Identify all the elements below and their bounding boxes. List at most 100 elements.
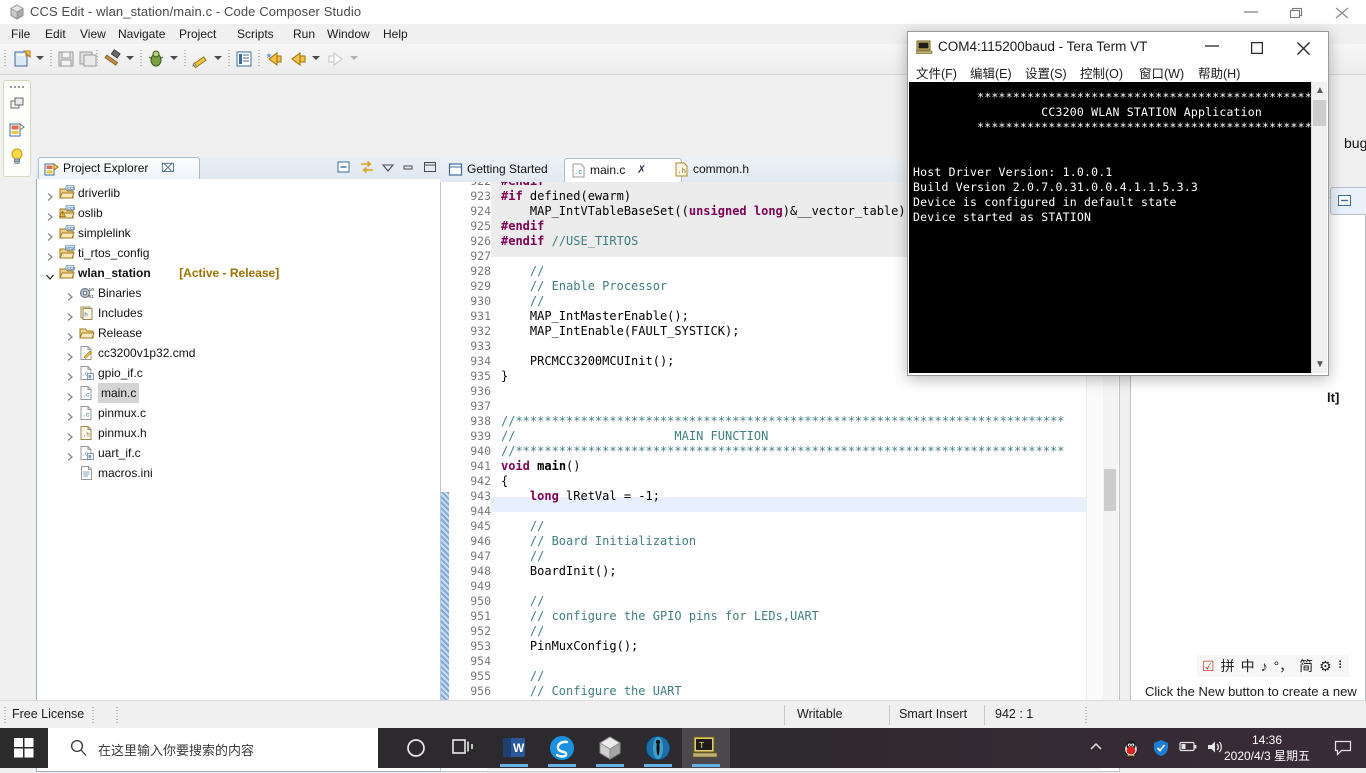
- tree-item-simplelink[interactable]: CCS simplelink: [37, 223, 443, 243]
- tab-getting-started[interactable]: Getting Started: [442, 158, 576, 182]
- window-minimize-button[interactable]: [1228, 0, 1274, 24]
- window-restore-button[interactable]: [1274, 0, 1320, 24]
- tree-item-gpio-if-c[interactable]: .c Rgpio_if.c: [37, 363, 443, 383]
- tree-item-uart-if-c[interactable]: .c Ruart_if.c: [37, 443, 443, 463]
- chevron-right-icon[interactable]: [65, 308, 75, 321]
- project-explorer-icon[interactable]: [8, 121, 26, 139]
- close-icon[interactable]: ✗: [637, 163, 646, 176]
- simplified-icon[interactable]: 简: [1299, 658, 1313, 674]
- menu-run[interactable]: Run: [288, 26, 320, 42]
- show-hidden-icons-chevron[interactable]: [1088, 739, 1104, 758]
- show-desktop-button[interactable]: [1356, 728, 1366, 768]
- chevron-right-icon[interactable]: [65, 288, 75, 301]
- chevron-down-icon[interactable]: [45, 268, 55, 280]
- perspective-debug-label[interactable]: bug: [1344, 135, 1366, 151]
- close-icon[interactable]: ⌧: [161, 161, 175, 175]
- build-hammer-icon[interactable]: [102, 49, 122, 69]
- back-dropdown-arrow[interactable]: [312, 56, 320, 60]
- menu-file[interactable]: File: [6, 26, 35, 42]
- maximize-icon[interactable]: [422, 160, 440, 176]
- tree-item-includes[interactable]: h Includes: [37, 303, 443, 323]
- tree-item-driverlib[interactable]: CCS driverlib: [37, 183, 443, 203]
- chevron-right-icon[interactable]: [65, 408, 75, 421]
- qq-penguin-icon[interactable]: [1122, 739, 1140, 760]
- menu-window[interactable]: Window: [322, 26, 375, 42]
- drag-handle-dots[interactable]: [9, 85, 25, 89]
- menu-scripts[interactable]: Scripts: [232, 26, 279, 42]
- tree-item-binaries[interactable]: 10 01 Binaries: [37, 283, 443, 303]
- debug-dropdown-arrow[interactable]: [170, 56, 178, 60]
- action-center-icon[interactable]: [1334, 740, 1352, 759]
- chevron-right-icon[interactable]: [65, 428, 75, 441]
- chevron-right-icon[interactable]: [45, 188, 55, 201]
- tree-item-pinmux-c[interactable]: .c pinmux.c: [37, 403, 443, 423]
- tree-item-ti-rtos-config[interactable]: RTSC ti_rtos_config: [37, 243, 443, 263]
- tera-menu-window[interactable]: 窗口(W): [1139, 63, 1184, 82]
- expand-icon[interactable]: ⠇: [1338, 658, 1346, 674]
- task-view-icon[interactable]: [440, 728, 488, 768]
- menu-view[interactable]: View: [75, 26, 111, 42]
- tree-item-cc3200v1p32-cmd[interactable]: cc3200v1p32.cmd: [37, 343, 443, 363]
- flash-pencil-icon[interactable]: [190, 49, 210, 69]
- tera-menu-setup[interactable]: 设置(S): [1025, 63, 1067, 82]
- minimize-icon[interactable]: [400, 160, 418, 176]
- tree-item-oslib[interactable]: CCS! oslib: [37, 203, 443, 223]
- tab-common-h[interactable]: .h common.h: [668, 158, 794, 182]
- sogou-icon[interactable]: [538, 728, 586, 768]
- tab-main-c[interactable]: .c main.c ✗: [564, 158, 682, 184]
- tree-item-macros-ini[interactable]: macros.ini: [37, 463, 443, 483]
- word-icon[interactable]: W: [490, 728, 538, 768]
- windows-start-icon[interactable]: [0, 728, 48, 768]
- new-dropdown-arrow[interactable]: [36, 56, 44, 60]
- chevron-right-icon[interactable]: [45, 228, 55, 241]
- tera-term-close-button[interactable]: [1282, 32, 1328, 63]
- cortana-icon[interactable]: [392, 728, 440, 768]
- minimize-view-button[interactable]: [1330, 187, 1366, 215]
- chevron-up-icon[interactable]: ▲: [1315, 85, 1325, 96]
- project-tree[interactable]: CCS driverlib CCS! oslib CCS simplelink RTSC ti…: [36, 179, 446, 772]
- scrollbar-thumb[interactable]: [1313, 100, 1326, 126]
- tera-menu-control[interactable]: 控制(O): [1080, 63, 1123, 82]
- tera-term-minimize-button[interactable]: [1190, 32, 1236, 63]
- chevron-right-icon[interactable]: [65, 328, 75, 341]
- collapse-all-icon[interactable]: [336, 160, 354, 176]
- tab-project-explorer[interactable]: Project Explorer ⌧: [38, 157, 200, 180]
- unity-icon[interactable]: [586, 728, 634, 768]
- registers-icon[interactable]: [234, 49, 254, 69]
- back-history-icon[interactable]: [264, 49, 284, 69]
- pinyin-icon[interactable]: 拼: [1221, 658, 1235, 674]
- debug-bug-icon[interactable]: [146, 49, 166, 69]
- link-with-editor-icon[interactable]: [358, 160, 376, 176]
- tera-menu-help[interactable]: 帮助(H): [1198, 63, 1240, 82]
- tree-item-release[interactable]: Release: [37, 323, 443, 343]
- view-menu-icon[interactable]: [380, 160, 398, 176]
- ime-toolbar[interactable]: ☑ 拼 中 ♪ °， 简 ⚙ ⠇: [1197, 655, 1349, 677]
- halfwidth-icon[interactable]: ♪: [1261, 658, 1268, 674]
- settings-gear-icon[interactable]: ⚙: [1319, 658, 1332, 674]
- menu-project[interactable]: Project: [174, 26, 221, 42]
- menu-help[interactable]: Help: [378, 26, 413, 42]
- scrollbar-thumb[interactable]: [1104, 469, 1116, 511]
- restore-view-icon[interactable]: [8, 95, 26, 113]
- tera-term-window[interactable]: COM4:115200baud - Tera Term VT 文件(F) 编辑(…: [907, 31, 1329, 376]
- forward-dropdown-arrow[interactable]: [350, 56, 358, 60]
- tera-term-maximize-button[interactable]: [1236, 32, 1282, 63]
- chevron-right-icon[interactable]: [45, 248, 55, 261]
- ime-pad-icon[interactable]: ☑: [1202, 658, 1215, 674]
- battery-icon[interactable]: [1178, 739, 1198, 756]
- terminal-scrollbar[interactable]: ▲ ▼: [1311, 82, 1327, 373]
- tera-menu-edit[interactable]: 编辑(E): [970, 63, 1012, 82]
- security-shield-icon[interactable]: [1152, 739, 1170, 760]
- chevron-right-icon[interactable]: [65, 388, 75, 401]
- cheat-sheet-bulb-icon[interactable]: [8, 147, 26, 165]
- chevron-right-icon[interactable]: [45, 208, 55, 221]
- teraterm-taskbar-icon[interactable]: T: [682, 728, 730, 768]
- save-all-icon[interactable]: [78, 49, 98, 69]
- window-close-button[interactable]: [1320, 0, 1366, 24]
- taskbar-clock[interactable]: 14:36 2020/4/3 星期五: [1212, 732, 1322, 764]
- chevron-right-icon[interactable]: [65, 368, 75, 381]
- tree-item-wlan-station[interactable]: CCS wlan_station [Active - Release]: [37, 263, 443, 283]
- tera-menu-file[interactable]: 文件(F): [916, 63, 957, 82]
- tree-item-pinmux-h[interactable]: .h pinmux.h: [37, 423, 443, 443]
- search-input[interactable]: 在这里输入你要搜索的内容: [48, 728, 378, 768]
